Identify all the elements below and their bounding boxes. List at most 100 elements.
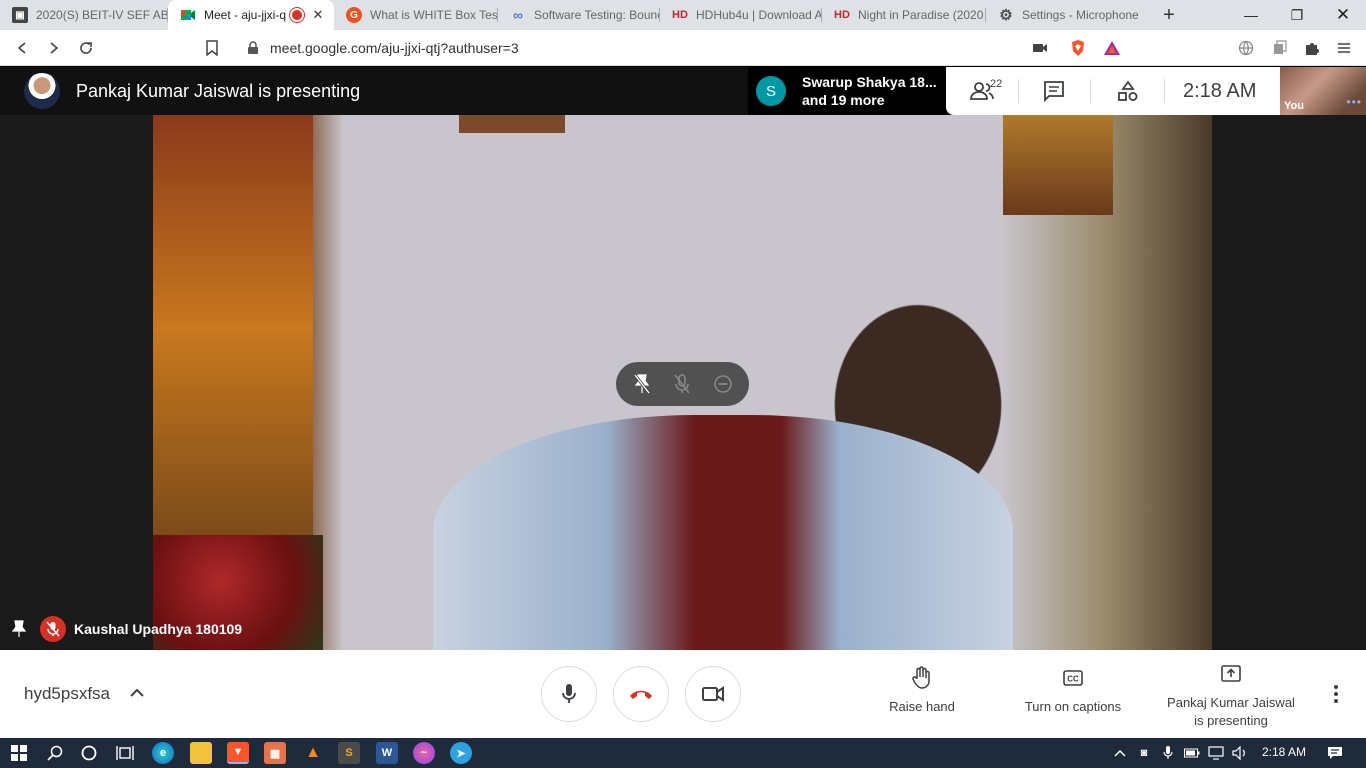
url-text: meet.google.com/aju-jjxi-qtj?authuser=3 [270,40,519,56]
tab-title: Night in Paradise (2020 [858,8,984,22]
presenter-banner: Pankaj Kumar Jaiswal is presenting [76,81,361,101]
tab-title: Software Testing: Bounc [534,8,660,22]
tab-title: 2020(S) BEIT-IV SEF AB [36,8,168,22]
chevron-up-icon[interactable] [128,684,146,702]
tab-settings-microphone[interactable]: ⚙ Settings - Microphone [986,0,1150,30]
hd-icon: HD [834,9,850,21]
meet-stage: Pankaj Kumar Jaiswal is presenting S Swa… [0,67,1366,650]
file-explorer-icon[interactable] [190,742,212,764]
hang-up-icon [630,690,652,699]
forward-button[interactable] [42,36,66,60]
muted-mic-icon [40,616,66,642]
meeting-clock: 2:18 AM [1183,80,1257,102]
meeting-code[interactable]: hyd5psxfsa [24,684,110,704]
audio-level-icon: ••• [1346,95,1362,109]
search-icon[interactable] [44,742,66,764]
brave-rewards-icon[interactable] [1102,38,1122,58]
participant-person [433,415,1013,650]
raise-hand-button[interactable]: Raise hand [888,666,956,716]
mute-participant-icon[interactable] [670,372,694,396]
restore-button[interactable]: ❐ [1274,0,1320,30]
presenter-avatar [24,73,60,109]
more-options-icon[interactable] [1326,682,1346,706]
tab-title: HDHub4u | Download A [696,8,822,22]
microphone-icon [562,684,576,703]
chevron-up-icon[interactable] [1112,745,1128,761]
chat-icon[interactable] [1042,79,1066,103]
raise-hand-label: Raise hand [889,699,955,714]
messenger-icon[interactable]: ~ [413,742,435,764]
meet-top-bar: Pankaj Kumar Jaiswal is presenting S Swa… [0,67,1366,115]
lock-icon [246,41,260,55]
presenting-label-line2: is presenting [1194,713,1268,728]
browser-menu-icon[interactable] [1334,38,1354,58]
copy-extension-icon[interactable] [1270,38,1290,58]
cortana-icon[interactable] [78,742,100,764]
participants-line1: Swarup Shakya 18... [802,74,937,90]
network-icon[interactable] [1208,745,1224,761]
tab-classroom[interactable]: ▣ 2020(S) BEIT-IV SEF AB [0,0,168,30]
telegram-icon[interactable]: ➤ [450,742,472,764]
participants-chip[interactable]: S Swarup Shakya 18... and 19 more [748,67,946,115]
meet-icon [180,7,196,23]
edge-icon[interactable]: e [152,742,174,764]
captions-button[interactable]: CC Turn on captions [1018,666,1128,716]
participant-avatar: S [756,76,786,106]
closed-captions-icon: CC [1061,666,1085,690]
tab-hdhub[interactable]: HD HDHub4u | Download A [660,0,822,30]
wall-poster [459,115,565,133]
tab-software-testing[interactable]: ∞ Software Testing: Bounc [498,0,660,30]
video-camera-icon [702,686,724,702]
tab-strip: ▣ 2020(S) BEIT-IV SEF AB Meet - aju-jjxi… [0,0,1366,30]
presenting-label-line1: Pankaj Kumar Jaiswal [1167,695,1295,710]
extensions-puzzle-icon[interactable] [1302,38,1322,58]
activities-icon[interactable] [1116,79,1140,103]
meet-top-right-panel: 22 2:18 AM [946,67,1280,115]
address-bar[interactable]: meet.google.com/aju-jjxi-qtj?authuser=3 [236,34,1130,62]
link-icon: ∞ [513,7,523,23]
vlc-icon[interactable]: ▲ [302,742,324,764]
camera-tray-icon[interactable]: ◙ [1136,745,1152,761]
hand-icon [910,666,934,690]
battery-icon[interactable] [1184,745,1200,761]
people-count: 22 [990,78,1003,90]
new-tab-button[interactable]: + [1158,4,1180,26]
remove-participant-icon[interactable] [711,372,735,396]
globe-icon[interactable] [1236,38,1256,58]
task-view-icon[interactable] [114,742,136,764]
reload-button[interactable] [74,36,98,60]
brave-shields-icon[interactable] [1068,38,1088,58]
gear-icon: ⚙ [999,7,1013,24]
window-close-button[interactable]: ✕ [1320,0,1366,30]
self-video-tile[interactable]: You ••• [1280,67,1366,115]
volume-icon[interactable] [1232,745,1248,761]
tab-white-box[interactable]: G What is WHITE Box Test [334,0,498,30]
participant-video[interactable] [153,115,1212,650]
tab-meet[interactable]: Meet - aju-jjxi-q ✕ [168,0,334,30]
tab-night-in-paradise[interactable]: HD Night in Paradise (2020 [822,0,986,30]
leave-call-button[interactable] [613,666,669,722]
app-icon[interactable]: ▦ [264,742,286,764]
close-icon[interactable]: ✕ [310,7,326,23]
microphone-tray-icon[interactable] [1160,745,1176,761]
unpin-icon[interactable] [630,372,654,396]
start-icon[interactable] [8,742,30,764]
classroom-icon: ▣ [12,7,28,23]
participants-chip-text: Swarup Shakya 18... and 19 more [802,73,937,109]
minimize-button[interactable]: — [1228,0,1274,30]
taskbar-clock: 2:18 AM [1262,745,1307,759]
bookmark-icon[interactable] [200,36,224,60]
camera-button[interactable] [685,666,741,722]
present-screen-icon [1219,662,1243,686]
camera-in-use-icon[interactable] [1030,38,1050,58]
wall-poster [1003,115,1113,215]
microphone-button[interactable] [541,666,597,722]
sublime-icon[interactable]: S [338,742,360,764]
word-icon[interactable]: W [376,742,398,764]
presenting-button[interactable]: Pankaj Kumar Jaiswal is presenting [1160,662,1302,730]
brave-icon[interactable]: ▼ [227,742,249,764]
tile-hover-controls [616,362,749,406]
pin-icon[interactable] [10,620,28,638]
notifications-icon[interactable] [1326,745,1344,761]
back-button[interactable] [10,36,34,60]
